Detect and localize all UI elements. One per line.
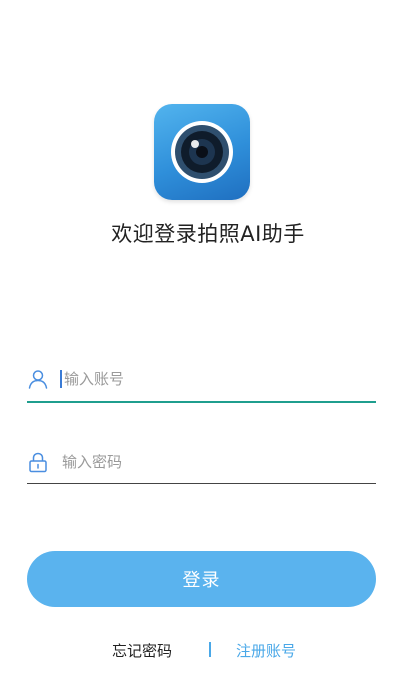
account-input[interactable]: [64, 369, 344, 388]
account-field[interactable]: [27, 356, 376, 403]
user-icon: [27, 368, 49, 390]
camera-lens-icon: [171, 121, 233, 183]
text-cursor: [60, 369, 62, 388]
bottom-links: 忘记密码 注册账号: [0, 640, 416, 662]
link-divider: [209, 642, 211, 657]
page-title: 欢迎登录拍照AI助手: [111, 222, 305, 246]
login-button[interactable]: 登录: [27, 551, 376, 607]
password-input[interactable]: [62, 452, 342, 471]
forgot-password-link[interactable]: 忘记密码: [112, 640, 172, 661]
register-link[interactable]: 注册账号: [236, 640, 296, 661]
app-logo: [154, 104, 250, 200]
password-field[interactable]: [27, 440, 376, 484]
lock-icon: [27, 451, 49, 473]
